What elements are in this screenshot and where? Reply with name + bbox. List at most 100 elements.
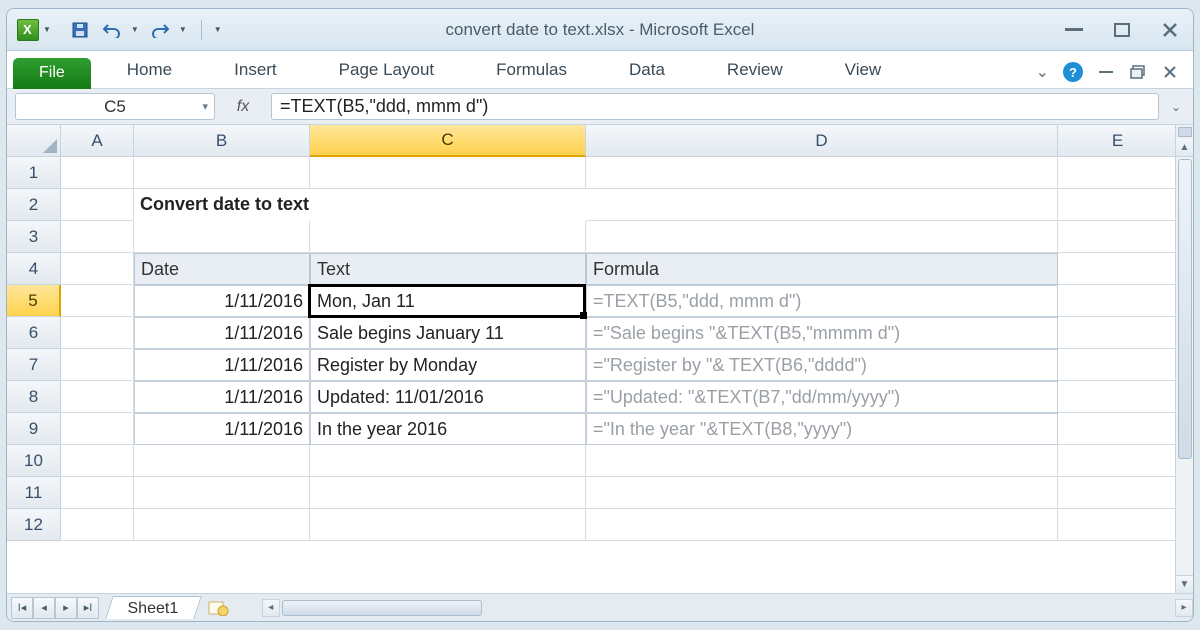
cell-E12[interactable] [1058, 509, 1178, 541]
row-header-10[interactable]: 10 [7, 445, 61, 477]
split-box-icon[interactable] [1178, 127, 1192, 137]
tab-home[interactable]: Home [117, 54, 182, 88]
formula-input[interactable]: =TEXT(B5,"ddd, mmm d") [271, 93, 1159, 120]
cell-D2[interactable] [586, 189, 1058, 221]
sheet-nav-prev-icon[interactable]: ◂ [33, 597, 55, 619]
cell-E8[interactable] [1058, 381, 1178, 413]
vscroll-thumb[interactable] [1178, 159, 1192, 459]
cell-D6[interactable]: ="Sale begins "&TEXT(B5,"mmmm d") [586, 317, 1058, 349]
col-header-E[interactable]: E [1058, 125, 1178, 157]
fx-icon[interactable]: fx [223, 98, 263, 116]
maximize-icon[interactable] [1109, 20, 1135, 40]
sheet-nav-first-icon[interactable]: I◂ [11, 597, 33, 619]
cell-A11[interactable] [61, 477, 134, 509]
col-header-C[interactable]: C [310, 125, 586, 157]
row-header-11[interactable]: 11 [7, 477, 61, 509]
cell-A4[interactable] [61, 253, 134, 285]
redo-dropdown-icon[interactable]: ▼ [179, 25, 187, 34]
sheet-tab-active[interactable]: Sheet1 [105, 596, 201, 619]
cell-B1[interactable] [134, 157, 310, 189]
cell-A3[interactable] [61, 221, 134, 253]
cell-B5[interactable]: 1/11/2016 [134, 285, 310, 317]
cell-B9[interactable]: 1/11/2016 [134, 413, 310, 445]
ribbon-minimize-icon[interactable]: ⌄ [1036, 62, 1049, 82]
cell-C4[interactable]: Text [310, 253, 586, 285]
cell-D5[interactable]: =TEXT(B5,"ddd, mmm d") [586, 285, 1058, 317]
cell-B3[interactable] [134, 221, 310, 253]
col-header-A[interactable]: A [61, 125, 134, 157]
excel-app-icon[interactable] [17, 19, 39, 41]
cell-B6[interactable]: 1/11/2016 [134, 317, 310, 349]
close-icon[interactable] [1157, 20, 1183, 40]
cell-E1[interactable] [1058, 157, 1178, 189]
scroll-down-icon[interactable]: ▼ [1176, 575, 1193, 593]
row-header-3[interactable]: 3 [7, 221, 61, 253]
cell-C3[interactable] [310, 221, 586, 253]
row-header-9[interactable]: 9 [7, 413, 61, 445]
row-header-1[interactable]: 1 [7, 157, 61, 189]
cell-A9[interactable] [61, 413, 134, 445]
cell-A12[interactable] [61, 509, 134, 541]
cell-grid[interactable]: A B C D E 1 2 Convert date to text 3 [7, 125, 1175, 593]
cell-E11[interactable] [1058, 477, 1178, 509]
cell-D10[interactable] [586, 445, 1058, 477]
tab-insert[interactable]: Insert [224, 54, 287, 88]
undo-icon[interactable] [101, 19, 123, 41]
sheet-nav-next-icon[interactable]: ▸ [55, 597, 77, 619]
cell-D8[interactable]: ="Updated: "&TEXT(B7,"dd/mm/yyyy") [586, 381, 1058, 413]
cell-C11[interactable] [310, 477, 586, 509]
cell-B2[interactable]: Convert date to text [134, 189, 310, 221]
col-header-D[interactable]: D [586, 125, 1058, 157]
cell-A8[interactable] [61, 381, 134, 413]
row-header-2[interactable]: 2 [7, 189, 61, 221]
cell-C7[interactable]: Register by Monday [310, 349, 586, 381]
tab-page-layout[interactable]: Page Layout [329, 54, 444, 88]
cell-B10[interactable] [134, 445, 310, 477]
cell-B8[interactable]: 1/11/2016 [134, 381, 310, 413]
cell-C8[interactable]: Updated: 11/01/2016 [310, 381, 586, 413]
col-header-B[interactable]: B [134, 125, 310, 157]
cell-D9[interactable]: ="In the year "&TEXT(B8,"yyyy") [586, 413, 1058, 445]
cell-C5[interactable]: Mon, Jan 11 [310, 285, 586, 317]
qat-customize-icon[interactable]: ▼ [214, 25, 222, 34]
cell-A2[interactable] [61, 189, 134, 221]
horizontal-scrollbar[interactable]: ◂ ▸ [262, 599, 1193, 617]
cell-D11[interactable] [586, 477, 1058, 509]
redo-icon[interactable] [149, 19, 171, 41]
app-menu-dropdown-icon[interactable]: ▼ [43, 25, 51, 34]
mdi-close-icon[interactable] [1161, 65, 1179, 79]
cell-D4[interactable]: Formula [586, 253, 1058, 285]
minimize-icon[interactable] [1061, 20, 1087, 40]
help-icon[interactable]: ? [1063, 62, 1083, 82]
tab-data[interactable]: Data [619, 54, 675, 88]
cell-B11[interactable] [134, 477, 310, 509]
row-header-7[interactable]: 7 [7, 349, 61, 381]
tab-formulas[interactable]: Formulas [486, 54, 577, 88]
tab-review[interactable]: Review [717, 54, 793, 88]
cell-C10[interactable] [310, 445, 586, 477]
cell-B7[interactable]: 1/11/2016 [134, 349, 310, 381]
cell-E10[interactable] [1058, 445, 1178, 477]
cell-E4[interactable] [1058, 253, 1178, 285]
vertical-scrollbar[interactable]: ▲ ▼ [1175, 125, 1193, 593]
save-icon[interactable] [69, 19, 91, 41]
tab-view[interactable]: View [835, 54, 892, 88]
hscroll-thumb[interactable] [282, 600, 482, 616]
cell-E7[interactable] [1058, 349, 1178, 381]
row-header-8[interactable]: 8 [7, 381, 61, 413]
select-all-corner[interactable] [7, 125, 61, 157]
scroll-left-icon[interactable]: ◂ [262, 599, 280, 617]
cell-D3[interactable] [586, 221, 1058, 253]
cell-B12[interactable] [134, 509, 310, 541]
cell-C12[interactable] [310, 509, 586, 541]
name-box[interactable]: C5 [15, 93, 215, 120]
file-tab[interactable]: File [13, 58, 91, 89]
cell-A5[interactable] [61, 285, 134, 317]
formula-bar-expand-icon[interactable]: ⌄ [1167, 100, 1185, 114]
cell-E9[interactable] [1058, 413, 1178, 445]
cell-C1[interactable] [310, 157, 586, 189]
mdi-minimize-icon[interactable] [1097, 65, 1115, 79]
cell-C6[interactable]: Sale begins January 11 [310, 317, 586, 349]
row-header-5[interactable]: 5 [7, 285, 61, 317]
cell-D1[interactable] [586, 157, 1058, 189]
